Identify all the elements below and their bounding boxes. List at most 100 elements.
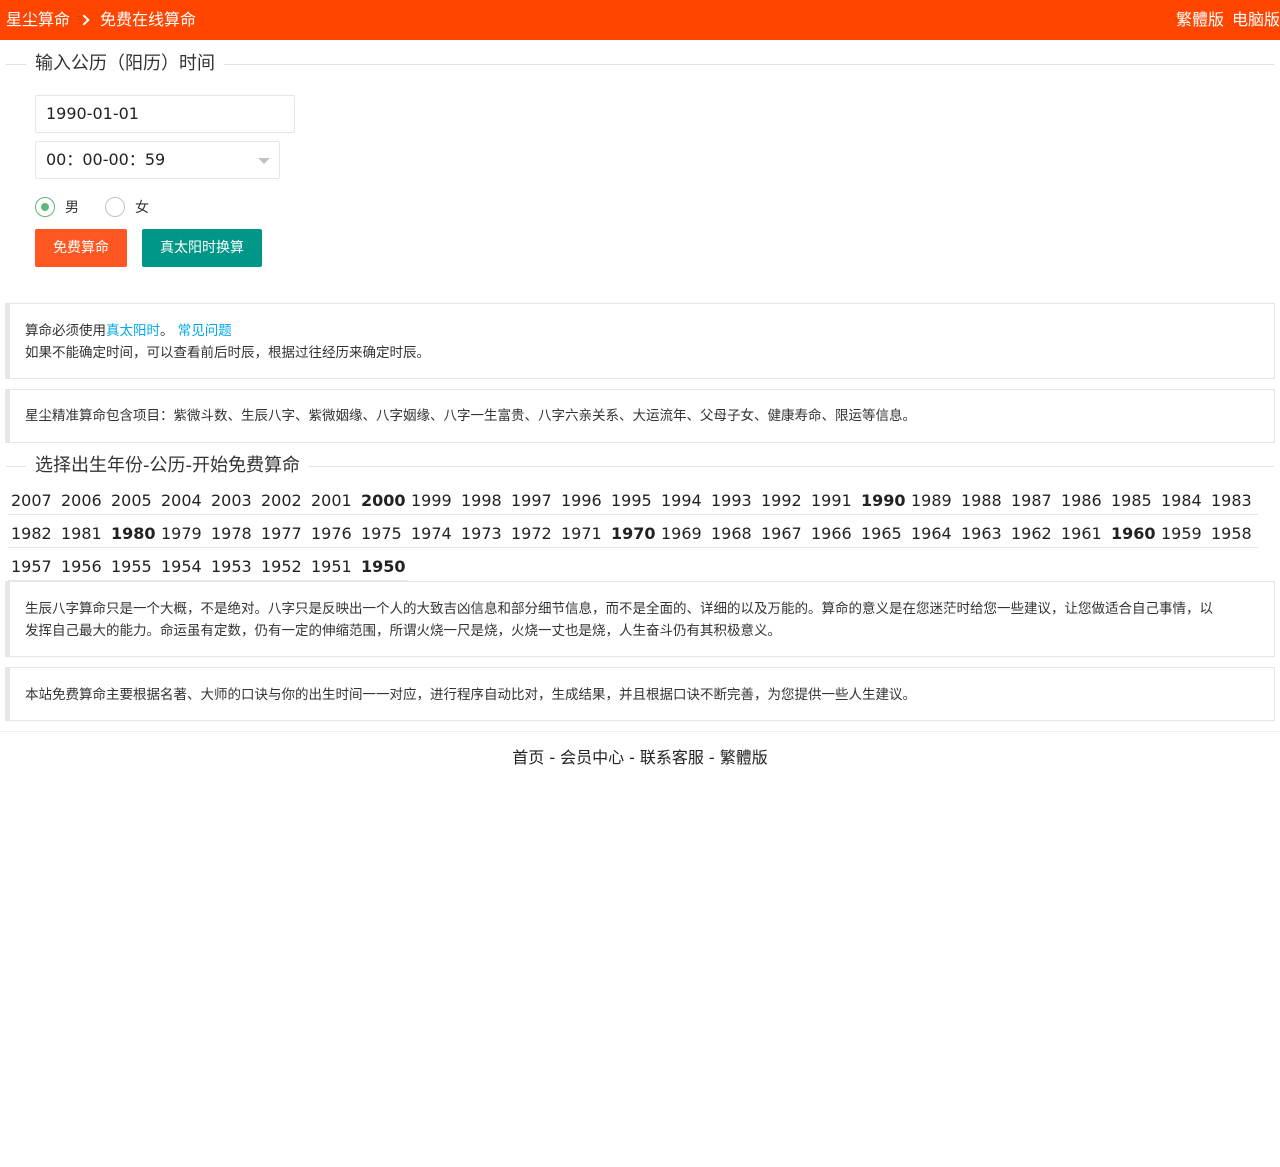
- form-legend: 输入公历（阳历）时间: [0, 52, 1280, 76]
- year-row: 1982 1981 1980 1979 1978 1977 1976 1975 1974 1973…: [8, 518, 1278, 551]
- year-link-1967[interactable]: 1967: [758, 521, 808, 548]
- radio-checked-icon: [35, 197, 55, 217]
- site-note-text: 本站免费算命主要根据名著、大师的口诀与你的出生时间一一对应，进行程序自动比对，生…: [25, 687, 916, 703]
- year-link-1989[interactable]: 1989: [908, 488, 958, 515]
- year-link-1981[interactable]: 1981: [58, 521, 108, 548]
- year-link-1986[interactable]: 1986: [1058, 488, 1108, 515]
- year-link-1963[interactable]: 1963: [958, 521, 1008, 548]
- years-legend: 选择出生年份-公历-开始免费算命: [0, 454, 1280, 478]
- year-link-1983[interactable]: 1983: [1208, 488, 1258, 515]
- notice-middle: 。: [160, 323, 178, 339]
- gender-radio-group: 男 女: [35, 195, 175, 219]
- footer-link-traditional[interactable]: 繁體版: [720, 748, 768, 767]
- year-link-1972[interactable]: 1972: [508, 521, 558, 548]
- year-link-1968[interactable]: 1968: [708, 521, 758, 548]
- year-link-1980[interactable]: 1980: [108, 521, 158, 548]
- footer-divider: [0, 731, 1280, 732]
- year-link-2004[interactable]: 2004: [158, 488, 208, 515]
- year-link-1958[interactable]: 1958: [1208, 521, 1258, 548]
- year-link-1999[interactable]: 1999: [408, 488, 458, 515]
- year-link-2000[interactable]: 2000: [358, 488, 408, 515]
- gender-radio-male[interactable]: 男: [35, 197, 79, 217]
- date-input[interactable]: 1990-01-01: [35, 95, 295, 133]
- year-link-2002[interactable]: 2002: [258, 488, 308, 515]
- footer-separator: -: [708, 748, 715, 767]
- year-link-1998[interactable]: 1998: [458, 488, 508, 515]
- year-link-1985[interactable]: 1985: [1108, 488, 1158, 515]
- radio-unchecked-icon: [105, 197, 125, 217]
- year-link-1950[interactable]: 1950: [358, 554, 408, 581]
- year-link-2003[interactable]: 2003: [208, 488, 258, 515]
- year-link-1982[interactable]: 1982: [8, 521, 58, 548]
- year-link-1959[interactable]: 1959: [1158, 521, 1208, 548]
- time-select[interactable]: 00：00-00：59: [35, 141, 280, 179]
- year-link-1975[interactable]: 1975: [358, 521, 408, 548]
- gender-label-female: 女: [135, 200, 149, 216]
- year-link-1984[interactable]: 1984: [1158, 488, 1208, 515]
- bazi-note-line-2: 发挥自己最大的能力。命运虽有定数，仍有一定的伸缩范围，所谓火烧一尺是烧，火烧一丈…: [25, 623, 781, 639]
- year-link-1977[interactable]: 1977: [258, 521, 308, 548]
- year-row: 2007 2006 2005 2004 2003 2002 2001 2000 1999 1998…: [8, 485, 1278, 518]
- free-fortune-button[interactable]: 免费算命: [35, 229, 127, 267]
- traditional-chinese-link[interactable]: 繁體版: [1176, 0, 1224, 40]
- year-link-1995[interactable]: 1995: [608, 488, 658, 515]
- items-note-box: 星尘精准算命包含项目：紫微斗数、生辰八字、紫微姻缘、八字姻缘、八字一生富贵、八字…: [5, 389, 1275, 443]
- year-link-1961[interactable]: 1961: [1058, 521, 1108, 548]
- years-legend-title: 选择出生年份-公历-开始免费算命: [26, 454, 309, 478]
- desktop-version-link[interactable]: 电脑版: [1232, 0, 1280, 40]
- year-link-1992[interactable]: 1992: [758, 488, 808, 515]
- year-link-1997[interactable]: 1997: [508, 488, 558, 515]
- dropdown-arrow-icon: [258, 158, 270, 164]
- year-link-1962[interactable]: 1962: [1008, 521, 1058, 548]
- year-link-1991[interactable]: 1991: [808, 488, 858, 515]
- year-link-1976[interactable]: 1976: [308, 521, 358, 548]
- year-link-1956[interactable]: 1956: [58, 554, 108, 581]
- year-link-1993[interactable]: 1993: [708, 488, 758, 515]
- year-link-1973[interactable]: 1973: [458, 521, 508, 548]
- year-row: 1957 1956 1955 1954 1953 1952 1951 1950: [8, 551, 1278, 584]
- faq-link[interactable]: 常见问题: [178, 323, 232, 339]
- notice-box: 算命必须使用真太阳时。 常见问题 如果不能确定时间，可以查看前后时辰，根据过往经…: [5, 303, 1275, 379]
- year-link-1987[interactable]: 1987: [1008, 488, 1058, 515]
- year-link-1951[interactable]: 1951: [308, 554, 358, 581]
- breadcrumb-home-link[interactable]: 星尘算命: [6, 0, 70, 40]
- footer-link-member[interactable]: 会员中心: [560, 748, 624, 767]
- year-link-2001[interactable]: 2001: [308, 488, 358, 515]
- year-link-1965[interactable]: 1965: [858, 521, 908, 548]
- header-links: 繁體版 电脑版: [1176, 0, 1280, 40]
- year-link-2005[interactable]: 2005: [108, 488, 158, 515]
- year-link-1966[interactable]: 1966: [808, 521, 858, 548]
- footer-nav: 首页 - 会员中心 - 联系客服 - 繁體版: [0, 746, 1280, 770]
- footer-link-support[interactable]: 联系客服: [640, 748, 704, 767]
- gender-radio-female[interactable]: 女: [105, 197, 149, 217]
- year-link-1970[interactable]: 1970: [608, 521, 658, 548]
- year-link-1974[interactable]: 1974: [408, 521, 458, 548]
- footer-separator: -: [629, 748, 635, 767]
- footer-link-home[interactable]: 首页: [512, 748, 544, 767]
- time-select-value: 00：00-00：59: [46, 150, 166, 169]
- year-link-1955[interactable]: 1955: [108, 554, 158, 581]
- year-link-1988[interactable]: 1988: [958, 488, 1008, 515]
- year-link-1953[interactable]: 1953: [208, 554, 258, 581]
- year-link-1971[interactable]: 1971: [558, 521, 608, 548]
- year-link-1957[interactable]: 1957: [8, 554, 58, 581]
- year-link-1994[interactable]: 1994: [658, 488, 708, 515]
- year-link-1996[interactable]: 1996: [558, 488, 608, 515]
- year-link-1964[interactable]: 1964: [908, 521, 958, 548]
- year-link-1960[interactable]: 1960: [1108, 521, 1158, 548]
- year-link-1954[interactable]: 1954: [158, 554, 208, 581]
- year-link-1952[interactable]: 1952: [258, 554, 308, 581]
- year-link-1978[interactable]: 1978: [208, 521, 258, 548]
- year-link-1969[interactable]: 1969: [658, 521, 708, 548]
- items-note-text: 星尘精准算命包含项目：紫微斗数、生辰八字、紫微姻缘、八字姻缘、八字一生富贵、八字…: [25, 408, 916, 424]
- year-link-1979[interactable]: 1979: [158, 521, 208, 548]
- true-solar-time-button[interactable]: 真太阳时换算: [142, 229, 262, 267]
- year-link-1990[interactable]: 1990: [858, 488, 908, 515]
- bazi-note-line-1: 生辰八字算命只是一个大概，不是绝对。八字只是反映出一个人的大致吉凶信息和部分细节…: [25, 601, 1213, 617]
- gender-label-male: 男: [65, 200, 79, 216]
- true-solar-time-link[interactable]: 真太阳时: [106, 323, 160, 339]
- notice-line-2: 如果不能确定时间，可以查看前后时辰，根据过往经历来确定时辰。: [25, 345, 430, 361]
- top-bar: 星尘算命 免费在线算命 繁體版 电脑版: [0, 0, 1280, 40]
- year-link-2007[interactable]: 2007: [8, 488, 58, 515]
- year-link-2006[interactable]: 2006: [58, 488, 108, 515]
